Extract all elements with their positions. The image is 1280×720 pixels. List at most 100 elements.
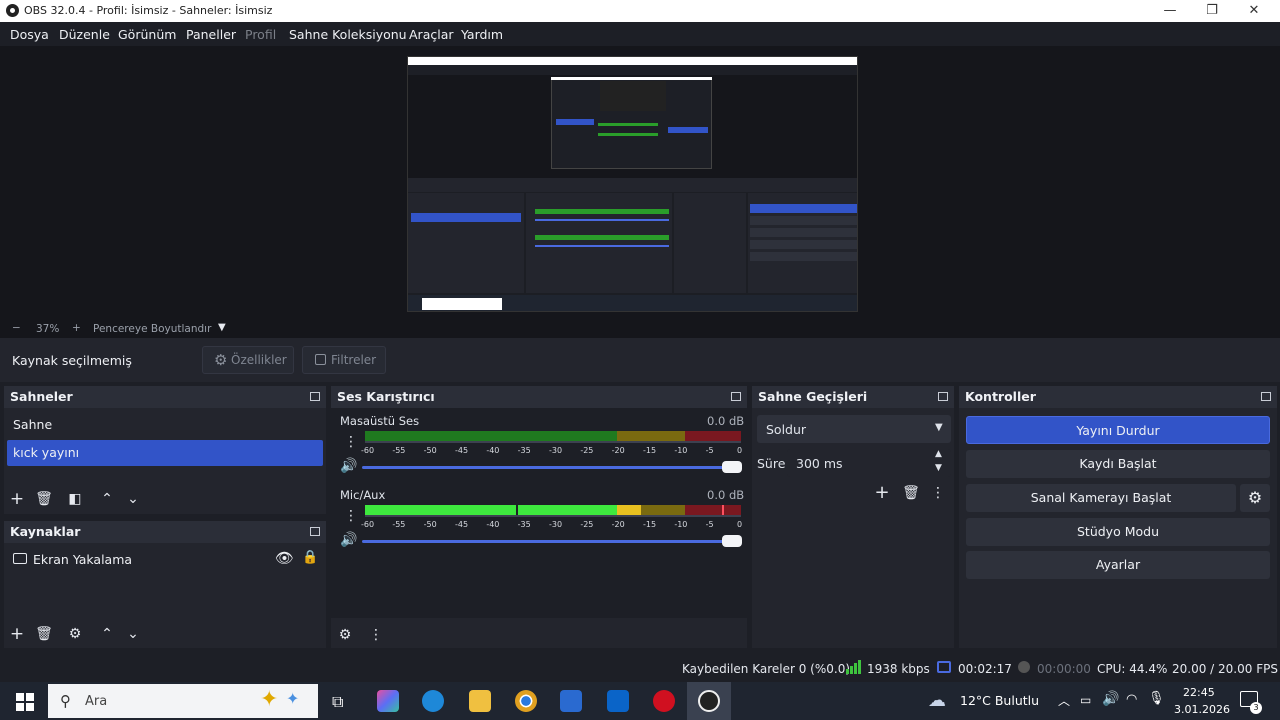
volume-icon[interactable]: 🔊 <box>1102 691 1119 707</box>
gear-icon[interactable]: ⚙ <box>66 625 84 643</box>
menu-help[interactable]: Yardım <box>461 27 503 42</box>
kebab-menu-icon[interactable]: ⋮ <box>367 626 385 644</box>
source-item[interactable]: Ekran Yakalama <box>33 552 132 567</box>
task-view-icon[interactable]: ⧉ <box>332 692 343 712</box>
add-icon[interactable]: + <box>8 625 26 643</box>
file-explorer-icon[interactable] <box>469 690 491 712</box>
microphone-icon[interactable]: 🎙 <box>1148 691 1165 706</box>
opera-icon[interactable] <box>653 690 675 712</box>
obs-task-button[interactable] <box>687 682 731 720</box>
menu-scene-collection[interactable]: Sahne Koleksiyonu <box>289 27 407 42</box>
meter-scale-tick: -25 <box>580 446 594 455</box>
duration-field[interactable]: 300 ms ▲ ▼ <box>787 449 951 477</box>
studio-mode-button[interactable]: Stüdyo Modu <box>966 518 1270 546</box>
zoom-value: 37% <box>36 323 60 335</box>
dropped-frames: Kaybedilen Kareler 0 (%0.0) <box>682 662 851 676</box>
zoom-mode[interactable]: Pencereye Boyutlandır <box>93 323 211 335</box>
meter-scale-tick: -50 <box>423 446 437 455</box>
filters-label: Filtreler <box>331 353 377 367</box>
add-icon[interactable]: + <box>873 484 891 502</box>
outlook-icon[interactable] <box>607 690 629 712</box>
scene-item[interactable]: Sahne <box>7 412 323 438</box>
windows-start-icon[interactable] <box>16 693 34 711</box>
chevron-up-icon[interactable]: ︿ <box>1058 692 1070 709</box>
trash-icon[interactable]: 🗑 <box>35 490 53 508</box>
menu-docks[interactable]: Paneller <box>186 27 236 42</box>
volume-slider[interactable] <box>362 540 730 543</box>
battery-icon[interactable]: ▭ <box>1080 693 1091 707</box>
cpu-usage: CPU: 44.4% <box>1097 662 1168 676</box>
filters-button[interactable]: Filtreler <box>302 346 386 374</box>
kebab-menu-icon[interactable]: ⋮ <box>929 484 947 502</box>
restore-button[interactable]: ❐ <box>1190 1 1234 21</box>
clock-date[interactable]: 3.01.2026 <box>1174 703 1230 716</box>
menu-profile[interactable]: Profil <box>245 27 276 42</box>
settings-button[interactable]: Ayarlar <box>966 551 1270 579</box>
properties-button[interactable]: ⚙ Özellikler <box>202 346 294 374</box>
menu-view[interactable]: Görünüm <box>118 27 176 42</box>
undock-icon[interactable] <box>1261 392 1271 401</box>
meter-scale: -60 -55 -50 -45 -40 -35 -30 -25 -20 -15 -10 -5 0 <box>361 444 747 456</box>
copilot-icon[interactable] <box>377 690 399 712</box>
meter-scale-tick: -60 <box>361 446 375 455</box>
add-icon[interactable]: + <box>8 490 26 508</box>
chrome-icon[interactable] <box>515 690 537 712</box>
trash-icon[interactable]: 🗑 <box>902 484 920 502</box>
edge-icon[interactable] <box>422 690 444 712</box>
stream-time: 00:02:17 <box>958 662 1012 676</box>
stepper-up-icon[interactable]: ▲ <box>935 449 942 459</box>
transition-select[interactable]: Soldur ▼ <box>757 415 951 443</box>
clock-time[interactable]: 22:45 <box>1183 686 1215 699</box>
virtual-camera-settings-icon[interactable]: ⚙ <box>1240 484 1270 512</box>
stepper-down-icon[interactable]: ▼ <box>935 463 942 473</box>
menu-tools[interactable]: Araçlar <box>409 27 454 42</box>
undock-icon[interactable] <box>310 527 320 536</box>
close-button[interactable]: ✕ <box>1232 1 1276 21</box>
volume-handle[interactable] <box>722 461 742 473</box>
kebab-menu-icon[interactable]: ⋮ <box>344 508 358 524</box>
eye-icon[interactable]: 👁 <box>275 549 294 567</box>
menu-file[interactable]: Dosya <box>10 27 49 42</box>
record-time: 00:00:00 <box>1037 662 1091 676</box>
advanced-audio-icon[interactable]: ⚙ <box>336 626 354 644</box>
sparkle-icon: ✦ <box>286 689 300 708</box>
meter-scale-tick: -60 <box>361 520 375 529</box>
chevron-down-icon[interactable]: ▼ <box>218 322 226 333</box>
undock-icon[interactable] <box>310 392 320 401</box>
kebab-menu-icon[interactable]: ⋮ <box>344 434 358 450</box>
filter-icon[interactable]: ◧ <box>66 490 84 508</box>
search-icon: ⚲ <box>60 692 71 710</box>
menu-edit[interactable]: Düzenle <box>59 27 110 42</box>
no-source-label: Kaynak seçilmemiş <box>12 353 132 368</box>
zoom-in-button[interactable]: + <box>72 322 81 334</box>
wifi-icon[interactable]: ◠ <box>1126 692 1137 707</box>
minimize-button[interactable]: — <box>1148 1 1192 21</box>
undock-icon[interactable] <box>731 392 741 401</box>
meter-scale-tick: -50 <box>423 520 437 529</box>
stop-streaming-button[interactable]: Yayını Durdur <box>966 416 1270 444</box>
chevron-up-icon[interactable]: ⌃ <box>98 625 116 643</box>
meter-scale-tick: -45 <box>455 520 469 529</box>
weather-text[interactable]: 12°C Bulutlu <box>960 693 1039 708</box>
mixer-title: Ses Karıştırıcı <box>337 389 435 404</box>
trash-icon[interactable]: 🗑 <box>35 625 53 643</box>
speaker-icon[interactable]: 🔊 <box>340 458 357 474</box>
search-box[interactable]: ⚲ Ara ✦ ✦ <box>48 684 318 718</box>
chevron-up-icon[interactable]: ⌃ <box>98 490 116 508</box>
lock-icon[interactable]: 🔒 <box>302 550 318 565</box>
zoom-out-button[interactable]: − <box>12 322 21 334</box>
chevron-down-icon[interactable]: ⌄ <box>124 490 142 508</box>
audio-mixer-dock: Ses Karıştırıcı Masaüstü Ses 0.0 dB ⋮ -6… <box>331 386 747 648</box>
volume-handle[interactable] <box>722 535 742 547</box>
start-virtual-camera-button[interactable]: Sanal Kamerayı Başlat <box>966 484 1236 512</box>
scene-item-selected[interactable]: kıck yayını <box>7 440 323 466</box>
sources-header: Kaynaklar <box>4 521 326 543</box>
speaker-icon[interactable]: 🔊 <box>340 532 357 548</box>
chevron-down-icon[interactable]: ⌄ <box>124 625 142 643</box>
volume-slider[interactable] <box>362 466 730 469</box>
start-recording-button[interactable]: Kaydı Başlat <box>966 450 1270 478</box>
store-icon[interactable] <box>560 690 582 712</box>
undock-icon[interactable] <box>938 392 948 401</box>
filter-icon <box>315 354 326 365</box>
meter-scale-tick: -10 <box>674 520 688 529</box>
